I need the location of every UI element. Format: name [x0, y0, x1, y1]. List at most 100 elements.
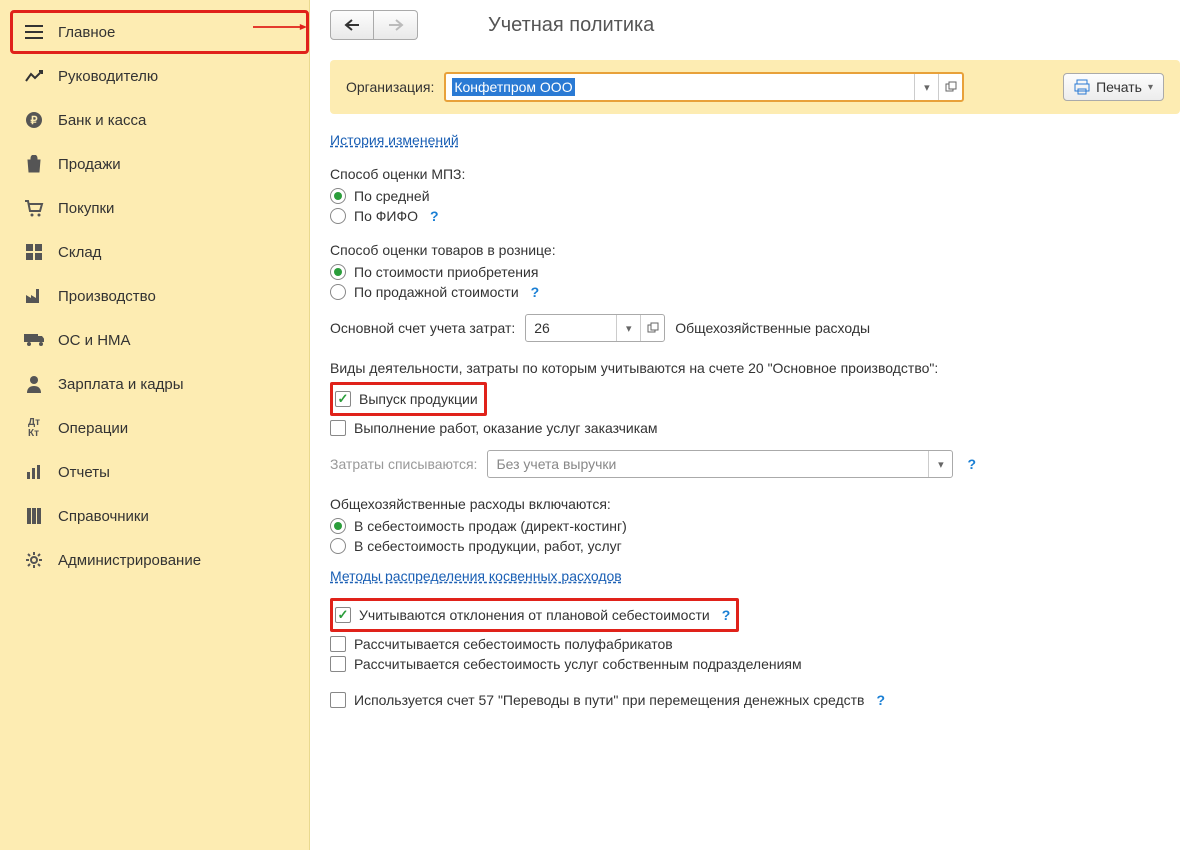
services-checkbox[interactable] — [330, 420, 346, 436]
sidebar-item-manager[interactable]: Руководителю — [10, 54, 309, 98]
cost-account-value: 26 — [526, 315, 616, 341]
methods-link[interactable]: Методы распределения косвенных расходов — [330, 568, 622, 584]
sidebar-item-admin[interactable]: Администрирование — [10, 538, 309, 582]
sidebar-item-label: Зарплата и кадры — [58, 376, 184, 393]
cart-icon — [24, 198, 44, 218]
overhead-direct-radio[interactable] — [330, 518, 346, 534]
dropdown-icon[interactable]: ▾ — [616, 315, 640, 341]
writeoff-field[interactable]: Без учета выручки ▾ — [487, 450, 953, 478]
sidebar-item-operations[interactable]: ДтКт Операции — [10, 406, 309, 450]
bag-icon — [24, 154, 44, 174]
deviations-checkbox[interactable] — [335, 607, 351, 623]
sidebar: Главное Руководителю ₽ Банк и касса Прод… — [0, 0, 310, 850]
dtkt-icon: ДтКт — [24, 418, 44, 438]
sidebar-item-label: Покупки — [58, 200, 114, 217]
factory-icon — [24, 286, 44, 306]
help-icon[interactable]: ? — [876, 692, 885, 708]
help-icon[interactable]: ? — [531, 284, 540, 300]
sidebar-item-purchases[interactable]: Покупки — [10, 186, 309, 230]
highlight-deviations: Учитываются отклонения от плановой себес… — [330, 598, 739, 632]
sidebar-item-label: Банк и касса — [58, 112, 146, 129]
sidebar-item-production[interactable]: Производство — [10, 274, 309, 318]
overhead-label: Общехозяйственные расходы включаются: — [330, 496, 1180, 512]
mpz-fifo-label: По ФИФО — [354, 208, 418, 224]
sidebar-item-bank[interactable]: ₽ Банк и касса — [10, 98, 309, 142]
chevron-down-icon: ▾ — [1148, 82, 1153, 93]
gear-icon — [24, 550, 44, 570]
overhead-direct-label: В себестоимость продаж (директ-костинг) — [354, 518, 627, 534]
dropdown-icon[interactable]: ▾ — [914, 74, 938, 100]
forward-button[interactable] — [374, 10, 418, 40]
sidebar-item-label: Администрирование — [58, 552, 201, 569]
production-label: Выпуск продукции — [359, 391, 478, 407]
sidebar-item-label: Склад — [58, 244, 101, 261]
sidebar-item-main[interactable]: Главное — [10, 10, 309, 54]
mpz-fifo-radio[interactable] — [330, 208, 346, 224]
overhead-product-label: В себестоимость продукции, работ, услуг — [354, 538, 622, 554]
services-label: Выполнение работ, оказание услуг заказчи… — [354, 420, 658, 436]
back-button[interactable] — [330, 10, 374, 40]
sidebar-item-directories[interactable]: Справочники — [10, 494, 309, 538]
sidebar-item-label: Продажи — [58, 156, 121, 173]
writeoff-value: Без учета выручки — [488, 451, 928, 477]
account57-checkbox[interactable] — [330, 692, 346, 708]
sidebar-item-assets[interactable]: ОС и НМА — [10, 318, 309, 362]
nav-buttons — [330, 10, 418, 40]
writeoff-label: Затраты списываются: — [330, 456, 477, 472]
books-icon — [24, 506, 44, 526]
semifinished-label: Рассчитывается себестоимость полуфабрика… — [354, 636, 673, 652]
mpz-average-label: По средней — [354, 188, 430, 204]
sidebar-item-label: Производство — [58, 288, 156, 305]
activity-label: Виды деятельности, затраты по которым уч… — [330, 360, 1180, 376]
ruble-icon: ₽ — [24, 110, 44, 130]
retail-cost-label: По стоимости приобретения — [354, 264, 538, 280]
sidebar-item-label: Руководителю — [58, 68, 158, 85]
sidebar-item-sales[interactable]: Продажи — [10, 142, 309, 186]
sidebar-item-payroll[interactable]: Зарплата и кадры — [10, 362, 309, 406]
page-title: Учетная политика — [488, 14, 654, 37]
print-button[interactable]: Печать ▾ — [1063, 73, 1164, 101]
own-services-checkbox[interactable] — [330, 656, 346, 672]
retail-label: Способ оценки товаров в рознице: — [330, 242, 1180, 258]
retail-sale-radio[interactable] — [330, 284, 346, 300]
cost-account-hint: Общехозяйственные расходы — [675, 320, 870, 336]
mpz-average-radio[interactable] — [330, 188, 346, 204]
open-icon[interactable] — [640, 315, 664, 341]
help-icon[interactable]: ? — [430, 208, 439, 224]
mpz-label: Способ оценки МПЗ: — [330, 166, 1180, 182]
own-services-label: Рассчитывается себестоимость услуг собст… — [354, 656, 802, 672]
cost-account-label: Основной счет учета затрат: — [330, 320, 515, 336]
sidebar-item-label: ОС и НМА — [58, 332, 131, 349]
help-icon[interactable]: ? — [967, 456, 976, 472]
open-icon[interactable] — [938, 74, 962, 100]
organization-row: Организация: Конфетпром ООО ▾ Печать ▾ — [330, 60, 1180, 114]
help-icon[interactable]: ? — [722, 607, 731, 623]
grid-icon — [24, 242, 44, 262]
sidebar-item-label: Отчеты — [58, 464, 110, 481]
person-icon — [24, 374, 44, 394]
retail-sale-label: По продажной стоимости — [354, 284, 519, 300]
overhead-product-radio[interactable] — [330, 538, 346, 554]
hamburger-icon — [24, 22, 44, 42]
sidebar-item-label: Справочники — [58, 508, 149, 525]
svg-text:₽: ₽ — [31, 115, 38, 127]
deviations-label: Учитываются отклонения от плановой себес… — [359, 607, 710, 623]
sidebar-item-warehouse[interactable]: Склад — [10, 230, 309, 274]
sidebar-item-reports[interactable]: Отчеты — [10, 450, 309, 494]
organization-value: Конфетпром ООО — [452, 78, 574, 96]
account57-label: Используется счет 57 "Переводы в пути" п… — [354, 692, 864, 708]
dropdown-icon[interactable]: ▾ — [928, 451, 952, 477]
sidebar-item-label: Операции — [58, 420, 128, 437]
highlight-production: Выпуск продукции — [330, 382, 487, 416]
semifinished-checkbox[interactable] — [330, 636, 346, 652]
cost-account-field[interactable]: 26 ▾ — [525, 314, 665, 342]
history-link[interactable]: История изменений — [330, 132, 459, 148]
organization-field[interactable]: Конфетпром ООО ▾ — [444, 72, 964, 102]
production-checkbox[interactable] — [335, 391, 351, 407]
bar-chart-icon — [24, 462, 44, 482]
sidebar-item-label: Главное — [58, 24, 115, 41]
organization-label: Организация: — [346, 79, 434, 95]
truck-icon — [24, 330, 44, 350]
retail-cost-radio[interactable] — [330, 264, 346, 280]
toolbar: Учетная политика — [330, 10, 1180, 40]
